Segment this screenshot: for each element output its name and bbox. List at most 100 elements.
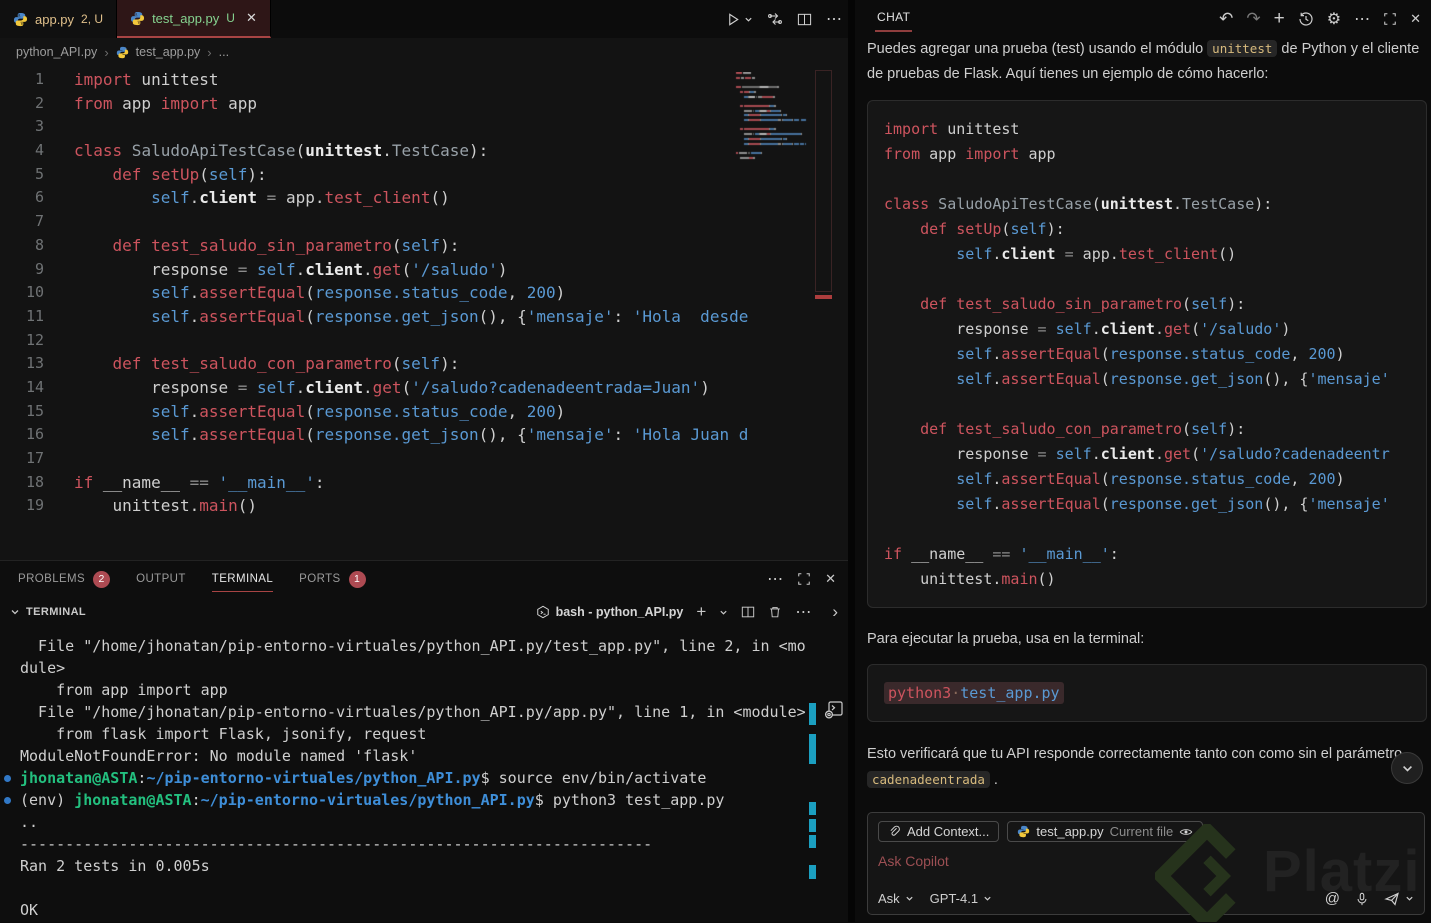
inline-code-chip: unittest (1207, 40, 1278, 57)
code-line: 14 response = self.client.get('/saludo?c… (0, 376, 848, 400)
breadcrumb-file[interactable]: test_app.py (136, 45, 201, 59)
code-line: self.assertEqual(response.get_json(), {'… (956, 370, 1390, 388)
code-line: class SaludoApiTestCase(unittest.TestCas… (884, 195, 1273, 213)
new-terminal-button[interactable]: + (696, 602, 706, 622)
chat-run-hint: Para ejecutar la prueba, usa en la termi… (867, 631, 1145, 647)
code-line: 12 (0, 329, 848, 353)
expand-terminal-chevron-icon[interactable]: › (832, 602, 838, 622)
terminal-line: ----------------------------------------… (20, 835, 653, 853)
mention-icon[interactable]: @ (1325, 890, 1340, 907)
more-actions-icon[interactable]: ⋯ (767, 569, 783, 589)
minimap[interactable] (734, 70, 832, 370)
terminal-line: ModuleNotFoundError: No module named 'fl… (20, 747, 418, 765)
settings-gear-icon[interactable]: ⚙ (1327, 9, 1341, 29)
model-selector[interactable]: GPT-4.1 (930, 891, 992, 906)
chevron-down-icon[interactable] (10, 607, 20, 617)
split-editor-icon[interactable] (797, 12, 812, 27)
line-number: 7 (34, 212, 44, 231)
minimap-canvas (734, 72, 808, 164)
terminal-line: dule> (20, 659, 66, 677)
code-line: 18 if __name__ == '__main__': (0, 471, 848, 495)
pane-divider[interactable] (848, 0, 855, 922)
more-actions-icon[interactable]: ⋯ (795, 602, 811, 622)
chat-code-block[interactable]: import unittest from app import app class … (867, 100, 1427, 608)
python-icon (13, 12, 28, 27)
breadcrumb[interactable]: python_API.py › test_app.py › ... (0, 38, 848, 66)
breadcrumb-more[interactable]: ... (219, 45, 229, 59)
send-button[interactable] (1384, 891, 1414, 907)
line-number: 13 (25, 354, 44, 373)
command-decoration-dot[interactable] (4, 797, 11, 804)
tab-app-py[interactable]: app.py 2, U (0, 0, 118, 38)
line-number: 17 (25, 449, 44, 467)
line-number: 12 (25, 330, 44, 349)
more-actions-icon[interactable]: ⋯ (826, 9, 842, 29)
tab-problems[interactable]: PROBLEMS 2 (18, 561, 111, 597)
code-line: def test_saludo_con_parametro(self): (920, 420, 1246, 438)
terminal-scrollbar[interactable] (809, 703, 816, 923)
panel-tabbar: PROBLEMS 2 OUTPUT TERMINAL PORTS 1 ⋯ ✕ (0, 561, 848, 597)
microphone-icon[interactable] (1355, 892, 1369, 906)
tab-output[interactable]: OUTPUT (136, 561, 186, 597)
compare-changes-icon[interactable] (767, 11, 783, 27)
chat-prompt-input[interactable]: Ask Copilot (878, 853, 1414, 869)
code-line: 8 def test_saludo_sin_parametro(self): (0, 234, 848, 258)
line-number: 9 (34, 259, 44, 278)
maximize-chat-icon[interactable] (1383, 12, 1397, 26)
maximize-panel-icon[interactable] (797, 572, 811, 586)
code-line: 11 self.assertEqual(response.get_json(),… (0, 305, 848, 329)
redo-icon[interactable]: ↷ (1246, 9, 1260, 29)
tab-test-app-py[interactable]: test_app.py U ✕ (117, 0, 271, 38)
new-chat-icon[interactable]: + (1274, 8, 1285, 30)
add-context-button[interactable]: Add Context... (878, 821, 1000, 842)
command-text[interactable]: python3·test_app.py (884, 682, 1064, 704)
code-line: 19 unittest.main() (0, 494, 848, 518)
tab-label: app.py (35, 11, 75, 27)
inline-code-chip: cadenadeentrada (867, 771, 990, 788)
close-tab-icon[interactable]: ✕ (246, 10, 257, 26)
chat-command-block[interactable]: python3·test_app.py (867, 664, 1427, 722)
chat-input-box[interactable]: Add Context... test_app.py Current file … (867, 812, 1425, 915)
more-actions-icon[interactable]: ⋯ (1354, 9, 1370, 29)
split-terminal-icon[interactable] (741, 605, 755, 619)
chat-header: CHAT ↶ ↷ + ⚙ ⋯ ✕ (855, 0, 1431, 38)
tab-label: test_app.py (152, 10, 220, 26)
code-line: self.assertEqual(response.get_json(), {'… (956, 495, 1390, 513)
undo-icon[interactable]: ↶ (1219, 9, 1233, 29)
eye-icon[interactable] (1179, 825, 1193, 839)
code-line: if __name__ == '__main__': (884, 545, 1119, 563)
command-decoration-dot[interactable] (4, 775, 11, 782)
chevron-down-icon[interactable] (719, 608, 728, 617)
scroll-to-bottom-button[interactable] (1391, 752, 1423, 784)
breadcrumb-root[interactable]: python_API.py (16, 45, 97, 59)
run-button[interactable] (726, 12, 753, 27)
code-line: 4 class SaludoApiTestCase(unittest.TestCa… (0, 139, 848, 163)
code-line: 3 (0, 115, 848, 139)
terminal-output[interactable]: File "/home/jhonatan/pip-entorno-virtual… (0, 627, 848, 923)
tab-terminal[interactable]: TERMINAL (211, 561, 274, 597)
history-icon[interactable] (1298, 11, 1314, 27)
terminal-session[interactable]: bash - python_API.py (536, 605, 683, 619)
chat-message-intro: Puedes agregar una prueba (test) usando … (867, 40, 1420, 82)
terminal-line: .. (20, 813, 39, 831)
mode-selector[interactable]: Ask (878, 891, 914, 906)
tab-status: 2, U (81, 12, 104, 26)
close-chat-icon[interactable]: ✕ (1410, 11, 1421, 27)
code-editor[interactable]: 1 import unittest 2 from app import app 3 4 cl… (0, 66, 848, 560)
context-file-pill[interactable]: test_app.py Current file (1007, 821, 1204, 842)
terminal-settings-icon[interactable] (823, 699, 845, 721)
chevron-right-icon: › (104, 44, 109, 60)
chat-tab[interactable]: CHAT (874, 10, 913, 32)
close-panel-icon[interactable]: ✕ (825, 571, 836, 587)
minimap-slider[interactable] (815, 70, 832, 292)
bottom-panel: PROBLEMS 2 OUTPUT TERMINAL PORTS 1 ⋯ ✕ T… (0, 560, 848, 922)
kill-terminal-icon[interactable] (768, 605, 782, 619)
tab-ports[interactable]: PORTS 1 (299, 561, 366, 597)
terminal-title: TERMINAL (26, 606, 87, 618)
code-line: from app import app (884, 145, 1056, 163)
panel-tab-label: PROBLEMS (18, 573, 86, 585)
code-line: import unittest (884, 120, 1020, 138)
